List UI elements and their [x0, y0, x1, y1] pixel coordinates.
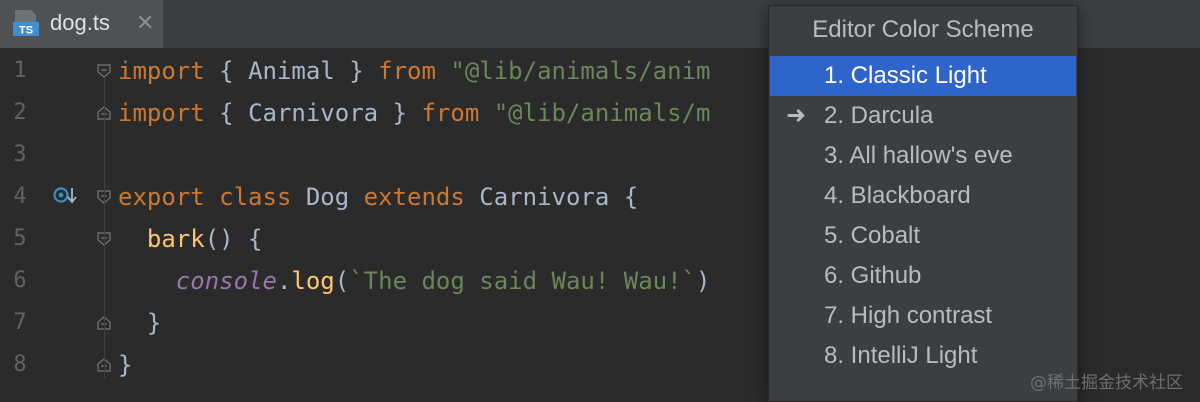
close-icon[interactable]: ✕ [136, 10, 154, 36]
svg-text:TS: TS [19, 25, 33, 37]
line-number: 6 [13, 268, 27, 293]
scheme-item-darcula[interactable]: ➜ 2. Darcula [770, 96, 1076, 136]
line-number: 1 [13, 58, 27, 83]
scheme-item-cobalt[interactable]: 5. Cobalt [770, 216, 1076, 256]
line-number: 3 [13, 142, 27, 167]
current-arrow-icon: ➜ [786, 102, 807, 129]
scheme-item-github[interactable]: 6. Github [770, 256, 1076, 296]
scheme-item-classic-light[interactable]: 1. Classic Light [770, 56, 1076, 96]
line-number: 8 [13, 352, 27, 377]
code-line-8: } [118, 351, 133, 379]
typescript-file-icon: TS [13, 10, 39, 37]
watermark: @稀土掘金技术社区 [1030, 373, 1183, 393]
code-line-5: bark() { [146, 225, 263, 253]
code-line-1: import { Animal } from "@lib/animals/ani… [118, 57, 711, 85]
code-line-2: import { Carnivora } from "@lib/animals/… [118, 99, 711, 127]
line-number: 2 [13, 100, 27, 125]
overrides-method-icon[interactable] [52, 184, 78, 208]
line-number: 4 [13, 184, 27, 209]
code-line-7: } [118, 309, 162, 337]
popup-title: Editor Color Scheme [812, 16, 1034, 43]
fold-guide [104, 78, 105, 378]
fold-marker-icon[interactable] [97, 64, 111, 78]
line-number: 5 [13, 226, 27, 251]
scheme-item-high-contrast[interactable]: 7. High contrast [770, 296, 1076, 336]
code-line-4: export class Dog extends Carnivora { [118, 183, 639, 211]
tab-dog-ts[interactable]: TS dog.ts ✕ [0, 0, 163, 48]
line-number: 7 [13, 310, 27, 335]
code-line-6: console.log(`The dog said Wau! Wau!`) [175, 267, 711, 295]
tab-title: dog.ts [50, 10, 110, 35]
scheme-item-all-hallows-eve[interactable]: 3. All hallow's eve [770, 136, 1076, 176]
scheme-item-blackboard[interactable]: 4. Blackboard [770, 176, 1076, 216]
color-scheme-popup: Editor Color Scheme 1. Classic Light ➜ 2.… [768, 5, 1078, 402]
